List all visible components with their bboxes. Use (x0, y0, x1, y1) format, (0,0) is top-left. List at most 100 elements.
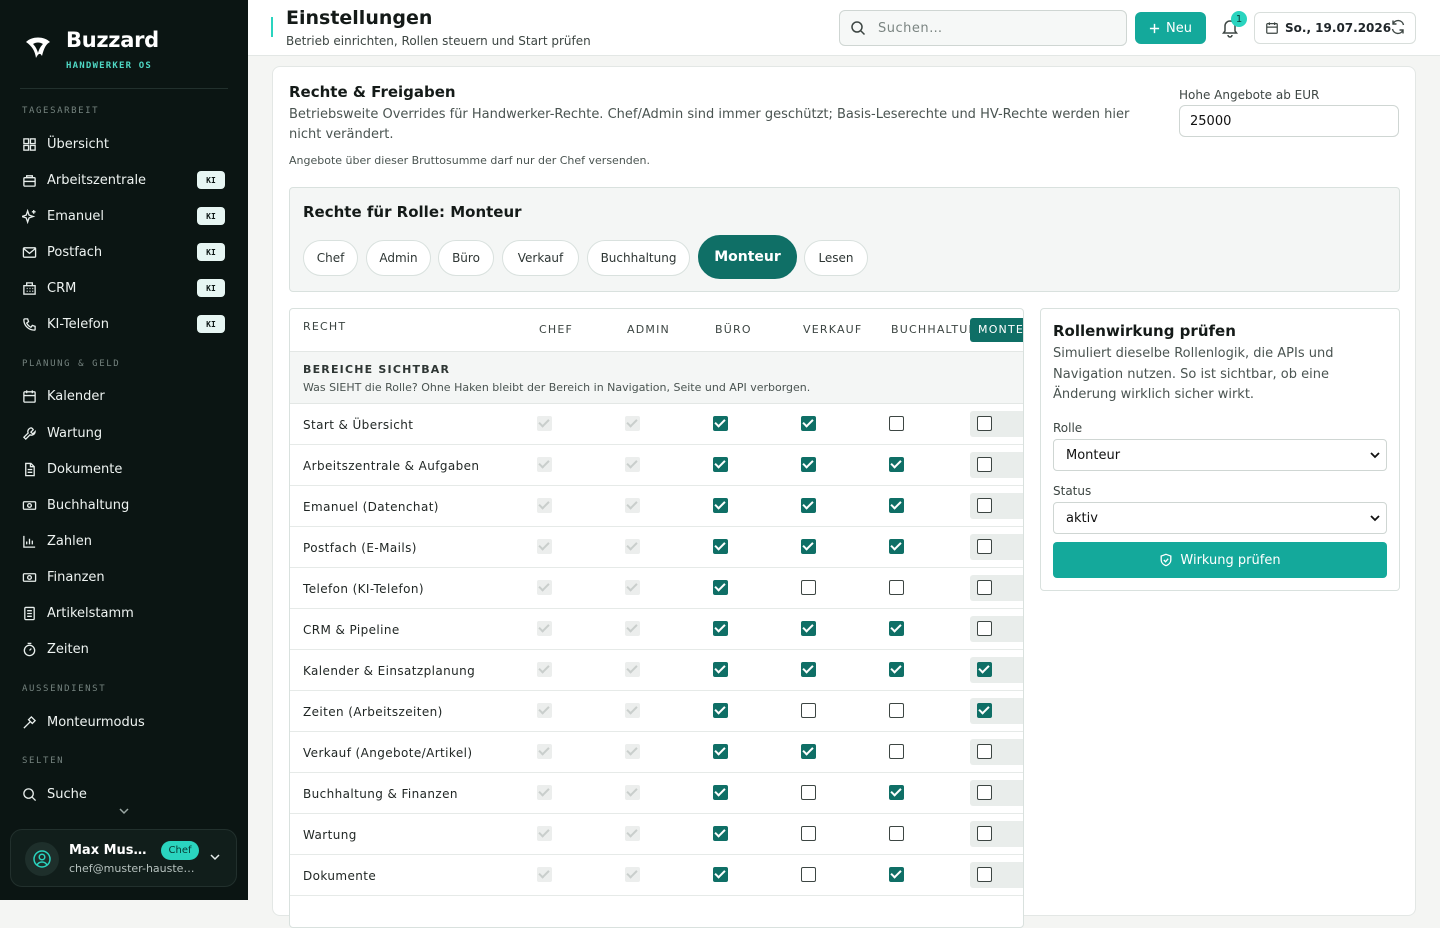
role-select[interactable]: Monteur (1053, 439, 1387, 471)
permission-checkbox[interactable] (801, 498, 816, 513)
active-role-cell (970, 657, 1023, 683)
sidebar-item-suche[interactable]: Suche (20, 779, 230, 809)
sidebar-item-emanuel[interactable]: Emanuel KI (20, 201, 230, 231)
group-title: BEREICHE SICHTBAR (303, 363, 451, 376)
check-effect-label: Wirkung prüfen (1180, 552, 1281, 568)
role-chip-chef[interactable]: Chef (303, 240, 358, 276)
permission-checkbox[interactable] (889, 662, 904, 677)
sidebar-item-buchhaltung[interactable]: Buchhaltung (20, 490, 230, 520)
sidebar-item-wartung[interactable]: Wartung (20, 418, 230, 448)
permission-checkbox[interactable] (713, 539, 728, 554)
permission-checkbox[interactable] (713, 662, 728, 677)
ki-badge: KI (197, 243, 225, 261)
sidebar-item-ki-telefon[interactable]: KI-Telefon KI (20, 309, 230, 339)
permission-checkbox[interactable] (801, 539, 816, 554)
role-chip-verkauf[interactable]: Verkauf (502, 240, 579, 276)
sidebar-item-postfach[interactable]: Postfach KI (20, 237, 230, 267)
permission-checkbox[interactable] (977, 744, 992, 759)
permission-checkbox[interactable] (889, 498, 904, 513)
permission-checkbox (625, 785, 640, 800)
permission-checkbox[interactable] (889, 867, 904, 882)
permission-checkbox[interactable] (977, 867, 992, 882)
permission-checkbox[interactable] (801, 785, 816, 800)
sidebar-item-zeiten[interactable]: Zeiten (20, 634, 230, 664)
permission-checkbox[interactable] (713, 498, 728, 513)
sidebar-item-finanzen[interactable]: Finanzen (20, 562, 230, 592)
permission-checkbox[interactable] (801, 662, 816, 677)
permission-checkbox[interactable] (801, 621, 816, 636)
permission-checkbox[interactable] (977, 539, 992, 554)
permission-checkbox[interactable] (801, 703, 816, 718)
topbar: Einstellungen Betrieb einrichten, Rollen… (248, 0, 1440, 56)
permission-checkbox (537, 703, 552, 718)
role-chip-lesen[interactable]: Lesen (804, 240, 868, 276)
permission-checkbox[interactable] (801, 416, 816, 431)
role-chip-buero[interactable]: Büro (438, 240, 494, 276)
permission-checkbox[interactable] (713, 867, 728, 882)
status-select-label: Status (1053, 484, 1092, 498)
table-row: Emanuel (Datenchat) (290, 486, 1023, 527)
permission-checkbox[interactable] (977, 826, 992, 841)
permission-checkbox[interactable] (977, 416, 992, 431)
refresh-icon[interactable] (1390, 19, 1406, 35)
permission-checkbox[interactable] (713, 703, 728, 718)
sidebar-item-label: Suche (47, 786, 87, 802)
permission-checkbox[interactable] (801, 826, 816, 841)
permission-checkbox[interactable] (977, 621, 992, 636)
permission-checkbox[interactable] (801, 744, 816, 759)
sidebar-item-zahlen[interactable]: Zahlen (20, 526, 230, 556)
sidebar-item-crm[interactable]: CRM KI (20, 273, 230, 303)
search-input[interactable] (878, 20, 1108, 36)
active-role-cell (970, 821, 1023, 847)
permission-checkbox[interactable] (977, 662, 992, 677)
permission-checkbox[interactable] (977, 785, 992, 800)
permission-checkbox[interactable] (713, 457, 728, 472)
permission-checkbox[interactable] (713, 826, 728, 841)
sidebar-item-label: Zahlen (47, 533, 92, 549)
permission-checkbox[interactable] (889, 539, 904, 554)
sidebar-item-monteurmodus[interactable]: Monteurmodus (20, 707, 230, 737)
permission-checkbox[interactable] (889, 416, 904, 431)
permission-checkbox[interactable] (801, 580, 816, 595)
permission-checkbox[interactable] (713, 744, 728, 759)
sidebar-item-arbeitszentrale[interactable]: Arbeitszentrale KI (20, 165, 230, 195)
role-chip-admin[interactable]: Admin (366, 240, 431, 276)
permission-checkbox[interactable] (889, 621, 904, 636)
permission-checkbox[interactable] (977, 703, 992, 718)
sidebar-item-uebersicht[interactable]: Übersicht (20, 129, 230, 159)
sidebar-item-label: Monteurmodus (47, 714, 145, 730)
phone-icon (23, 317, 36, 331)
permission-checkbox[interactable] (713, 416, 728, 431)
permission-checkbox[interactable] (889, 785, 904, 800)
permission-checkbox[interactable] (801, 867, 816, 882)
role-chip-monteur[interactable]: Monteur (698, 235, 797, 279)
sidebar-item-artikelstamm[interactable]: Artikelstamm (20, 598, 230, 628)
permission-checkbox[interactable] (713, 785, 728, 800)
simulate-description: Simuliert dieselbe Rollenlogik, die APIs… (1053, 346, 1334, 402)
check-effect-button[interactable]: Wirkung prüfen (1053, 542, 1387, 578)
permission-checkbox (625, 826, 640, 841)
permission-checkbox[interactable] (977, 457, 992, 472)
sidebar-item-kalender[interactable]: Kalender (20, 381, 230, 411)
permission-checkbox[interactable] (889, 457, 904, 472)
threshold-input[interactable] (1179, 105, 1399, 137)
sidebar-item-dokumente[interactable]: Dokumente (20, 454, 230, 484)
permission-checkbox[interactable] (977, 498, 992, 513)
permission-checkbox[interactable] (713, 580, 728, 595)
permission-checkbox[interactable] (713, 621, 728, 636)
brand[interactable]: Buzzard HANDWERKER OS (22, 28, 230, 88)
sidebar-item-label: Buchhaltung (47, 497, 130, 513)
permission-checkbox[interactable] (801, 457, 816, 472)
role-chip-buchhaltung[interactable]: Buchhaltung (587, 240, 690, 276)
permission-checkbox[interactable] (889, 703, 904, 718)
permission-checkbox[interactable] (977, 580, 992, 595)
chevron-down-icon[interactable] (117, 806, 131, 816)
new-button[interactable]: Neu (1135, 12, 1206, 44)
permission-checkbox[interactable] (889, 826, 904, 841)
user-card[interactable]: Max Mus… Chef chef@muster-hauste… (10, 829, 237, 887)
permission-checkbox[interactable] (889, 580, 904, 595)
permission-checkbox[interactable] (889, 744, 904, 759)
status-select[interactable]: aktiv (1053, 502, 1387, 534)
search-box[interactable] (839, 10, 1127, 46)
avatar (25, 842, 59, 876)
